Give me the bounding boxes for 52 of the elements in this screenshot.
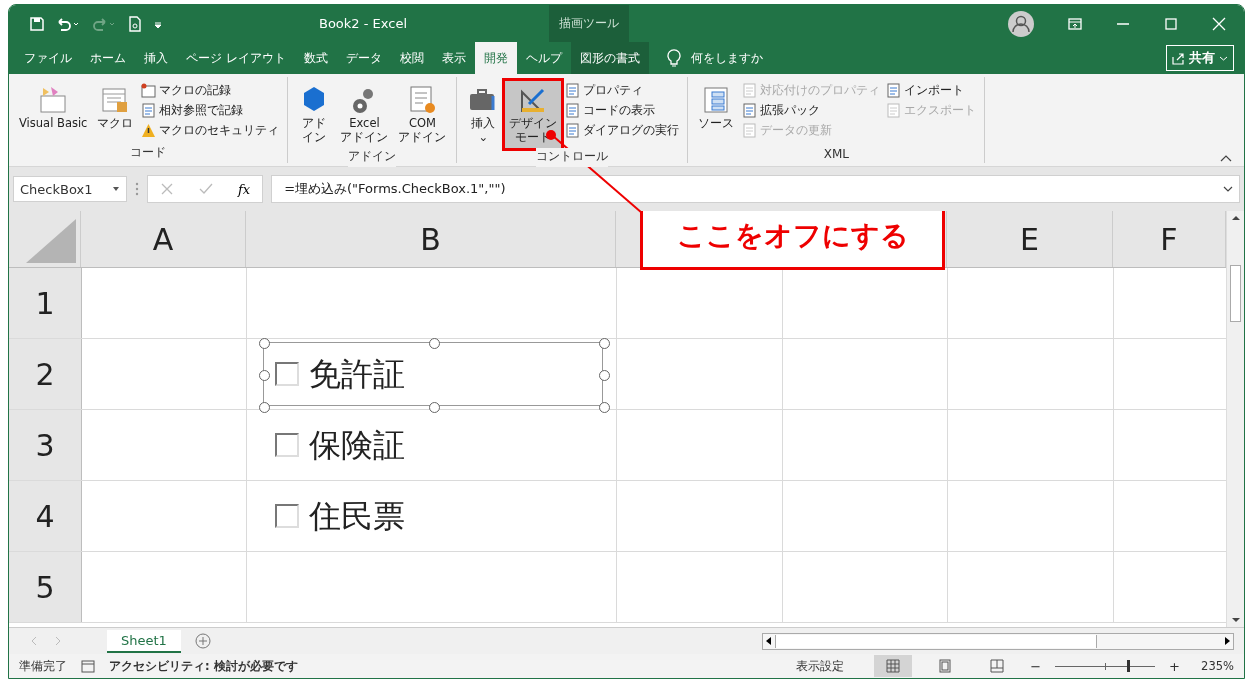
ribbon-button[interactable]: COM アドイン bbox=[394, 81, 451, 148]
column-header[interactable]: A bbox=[81, 211, 246, 267]
ribbon-tab[interactable]: 挿入 bbox=[135, 42, 177, 74]
ribbon-tab[interactable]: データ bbox=[336, 42, 391, 74]
status-text: 準備完了 bbox=[19, 658, 67, 674]
ribbon-small-button[interactable]: ダイアログの実行 bbox=[563, 121, 682, 140]
ribbon-small-button[interactable]: プロパティ bbox=[563, 81, 682, 100]
ribbon-small-button[interactable]: 拡張パック bbox=[740, 101, 883, 120]
context-tab-label: 描画ツール bbox=[549, 5, 629, 42]
ribbon-button[interactable]: アド イン bbox=[294, 81, 335, 148]
callout-label: ここをオフにする bbox=[640, 211, 945, 270]
accessibility-status[interactable]: アクセシビリティ: 検討が必要です bbox=[109, 658, 298, 674]
ribbon-button[interactable]: マクロ bbox=[93, 81, 138, 144]
ribbon-tab[interactable]: 開発 bbox=[474, 42, 517, 74]
column-header[interactable]: E bbox=[947, 211, 1113, 267]
ribbon-button[interactable]: Excel アドイン bbox=[336, 81, 393, 148]
ribbon-tab[interactable]: 校閲 bbox=[390, 42, 433, 74]
row-header[interactable]: 5 bbox=[9, 552, 82, 622]
sheet-tab[interactable]: Sheet1 bbox=[107, 629, 181, 653]
ribbon-tab[interactable]: 数式 bbox=[294, 42, 337, 74]
ribbon-small-button[interactable]: マクロの記録 bbox=[139, 81, 282, 100]
ribbon-small-button[interactable]: コードの表示 bbox=[563, 101, 682, 120]
ribbon-small-button[interactable]: 相対参照で記録 bbox=[139, 101, 282, 120]
window-title: Book2 - Excel bbox=[319, 16, 408, 31]
row-header[interactable]: 3 bbox=[9, 410, 82, 480]
zoom-in-button[interactable]: + bbox=[1169, 658, 1180, 674]
ribbon-tab[interactable]: ファイル bbox=[15, 42, 81, 74]
zoom-level[interactable]: 235% bbox=[1194, 659, 1234, 673]
ribbon-button[interactable]: Visual Basic bbox=[15, 81, 92, 144]
checkbox-control[interactable]: 保険証 bbox=[275, 425, 405, 465]
ribbon-small-button[interactable]: マクロのセキュリティ bbox=[139, 121, 282, 140]
row-header[interactable]: 2 bbox=[9, 339, 82, 409]
ribbon-small-button[interactable]: インポート bbox=[884, 81, 979, 100]
row-header[interactable]: 1 bbox=[9, 268, 82, 338]
checkbox-control[interactable]: 住民票 bbox=[275, 496, 405, 536]
ribbon-button[interactable]: ソース bbox=[694, 81, 739, 147]
formula-field[interactable]: =埋め込み("Forms.CheckBox.1","") bbox=[271, 175, 1240, 203]
ribbon-tab[interactable]: ページ レイアウト bbox=[177, 42, 295, 74]
tell-me-search[interactable]: 何をしますか bbox=[690, 49, 763, 67]
column-header[interactable]: B bbox=[246, 211, 616, 267]
name-box[interactable]: CheckBox1 bbox=[13, 176, 127, 202]
ribbon-tab[interactable]: ヘルプ bbox=[516, 42, 571, 74]
row-header[interactable]: 4 bbox=[9, 481, 82, 551]
ribbon-tab[interactable]: 図形の書式 bbox=[570, 42, 649, 74]
ribbon-tab[interactable]: 表示 bbox=[432, 42, 475, 74]
ribbon-tab[interactable]: ホーム bbox=[81, 42, 135, 74]
display-settings-button[interactable]: 表示設定 bbox=[796, 658, 845, 674]
zoom-out-button[interactable]: − bbox=[1030, 658, 1042, 674]
share-button[interactable]: 共有 bbox=[1166, 45, 1234, 71]
ribbon-group-label: コントロール bbox=[536, 147, 609, 167]
insert-function-button[interactable]: fx bbox=[238, 181, 251, 197]
ribbon-button[interactable]: 挿入 ⌄ bbox=[463, 81, 504, 148]
